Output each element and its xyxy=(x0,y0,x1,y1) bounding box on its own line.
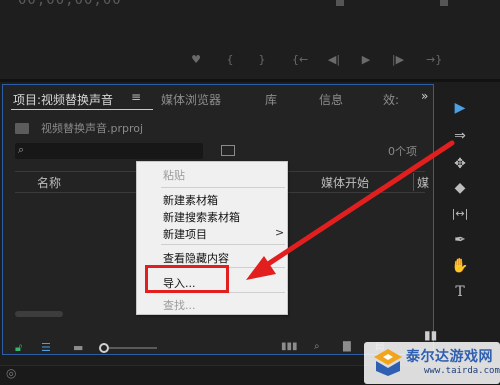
ripple-edit-tool-icon[interactable]: ✥ xyxy=(448,156,472,172)
mark-in-button[interactable]: { xyxy=(222,54,238,66)
automate-to-sequence-icon[interactable]: ▮▮▮ xyxy=(281,341,298,352)
selection-tool-icon[interactable]: ▶ xyxy=(448,100,472,116)
submenu-arrow-icon: > xyxy=(275,226,285,239)
tab-project[interactable]: 项目:视频替换声音 xyxy=(13,91,113,108)
hand-tool-icon[interactable]: ✋ xyxy=(448,258,472,274)
play-button[interactable]: ▶ xyxy=(358,54,374,66)
add-marker-button[interactable]: ♥ xyxy=(188,54,204,66)
track-select-tool-icon[interactable]: ⇒ xyxy=(448,128,472,144)
column-header-media-start[interactable]: 媒体开始 xyxy=(321,174,369,191)
slip-tool-icon[interactable]: |↔| xyxy=(448,206,472,222)
tab-info[interactable]: 信息 xyxy=(319,91,343,108)
razor-tool-icon[interactable]: ◆ xyxy=(448,180,472,196)
program-monitor: 00;00;00;00 ♥ { } {← ◀| ▶ |▶ →} xyxy=(0,0,500,80)
active-tab-indicator xyxy=(11,109,153,110)
watermark-site-name: 泰尔达游戏网 xyxy=(406,349,493,365)
menu-separator xyxy=(161,187,285,188)
new-search-bin-icon[interactable] xyxy=(221,145,235,156)
search-input[interactable] xyxy=(15,143,203,159)
panel-divider xyxy=(0,80,500,82)
icon-view-icon[interactable]: ▬ xyxy=(73,341,83,354)
import-highlight-box xyxy=(145,265,229,293)
type-tool-icon[interactable]: T xyxy=(448,284,472,300)
pen-tool-icon[interactable]: ✒ xyxy=(448,232,472,248)
tab-libraries[interactable]: 库 xyxy=(265,91,277,108)
new-bin-icon[interactable]: ▇ xyxy=(343,341,351,352)
more-tabs-icon[interactable]: » xyxy=(421,89,428,103)
horizontal-scrollbar[interactable] xyxy=(15,311,63,317)
zoom-slider-handle[interactable] xyxy=(99,343,109,353)
mark-out-button[interactable]: } xyxy=(254,54,270,66)
item-count: 0个项 xyxy=(388,145,417,158)
timecode-display: 00;00;00;00 xyxy=(18,0,122,8)
go-to-out-button[interactable]: →} xyxy=(426,54,442,66)
list-view-icon[interactable]: ☰ xyxy=(41,341,51,354)
lock-icon[interactable]: 🔓︎ xyxy=(15,341,22,355)
menu-item-view-hidden[interactable]: 查看隐藏内容 xyxy=(163,250,229,266)
column-header-media[interactable]: 媒 xyxy=(417,174,429,191)
menu-item-find[interactable]: 查找... xyxy=(163,297,196,313)
project-file-name: 视频替换声音.prproj xyxy=(41,122,144,135)
panel-menu-icon[interactable]: ≡ xyxy=(131,90,141,104)
marker-icon xyxy=(336,0,344,6)
step-forward-button[interactable]: |▶ xyxy=(390,54,406,66)
zoom-slider-track[interactable] xyxy=(109,347,157,349)
marker-icon xyxy=(440,0,448,6)
panel-grip-icon[interactable]: ▮▮ xyxy=(424,328,437,342)
search-icon: ⌕ xyxy=(18,143,25,156)
go-to-in-button[interactable]: {← xyxy=(292,54,308,66)
project-file-icon xyxy=(15,123,29,134)
menu-item-new-bin[interactable]: 新建素材箱 xyxy=(163,192,218,208)
watermark-logo-icon xyxy=(374,349,402,376)
tab-effects[interactable]: 效: xyxy=(383,91,399,108)
menu-item-new-item[interactable]: 新建项目 xyxy=(163,226,207,242)
watermark-url: www.tairda.com xyxy=(424,366,500,376)
column-divider[interactable] xyxy=(413,173,414,191)
step-back-button[interactable]: ◀| xyxy=(326,54,342,66)
find-icon[interactable]: ⌕ xyxy=(314,341,320,352)
column-header-name[interactable]: 名称 xyxy=(37,174,61,191)
tab-media-browser[interactable]: 媒体浏览器 xyxy=(161,91,221,108)
menu-item-paste[interactable]: 粘贴 xyxy=(163,167,185,183)
render-status-icon: ◎ xyxy=(6,366,17,380)
menu-item-new-search-bin[interactable]: 新建搜索素材箱 xyxy=(163,209,240,225)
menu-separator xyxy=(161,244,285,245)
